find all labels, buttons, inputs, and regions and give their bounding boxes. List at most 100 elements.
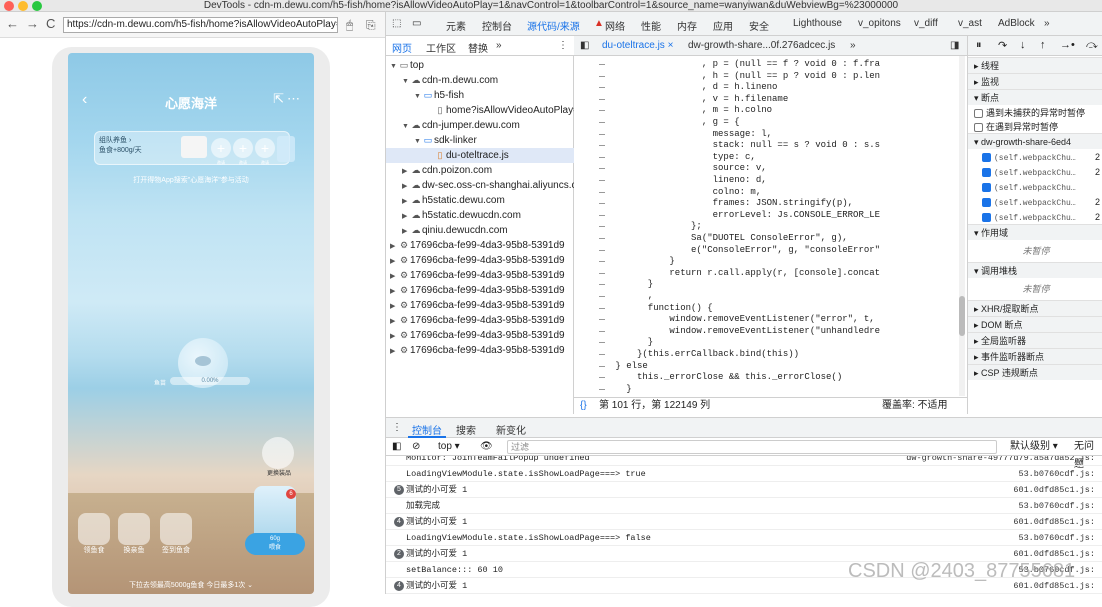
scroll-thumb[interactable] [959, 296, 965, 336]
line-marker[interactable] [599, 145, 605, 147]
line-marker[interactable] [599, 226, 605, 228]
tree-item[interactable]: ▯ home?isAllowVideoAutoPlay=1 [386, 103, 574, 118]
tab-v-diff[interactable]: v_diff [914, 18, 938, 29]
invite-slot[interactable]: + [255, 138, 275, 158]
code-line[interactable]: window.removeEventListener("error", t, [610, 313, 874, 325]
code-line[interactable]: frames: JSON.stringify(p), [610, 197, 853, 209]
expand-arrow-icon[interactable]: ▼ [414, 134, 422, 148]
code-line[interactable]: } [610, 383, 631, 395]
tree-item[interactable]: ▶ ⚙ 17696cba-fe99-4da3-95b8-5391d9 [386, 313, 574, 328]
source-link[interactable]: 53.b0760cdf.js: [1018, 498, 1095, 513]
eye-icon[interactable]: 👁 [480, 438, 493, 456]
code-line[interactable]: e("ConsoleError", g, "consoleError" [610, 244, 880, 256]
line-marker[interactable] [599, 214, 605, 216]
expand-arrow-icon[interactable]: ▼ [402, 119, 410, 133]
code-line[interactable]: } [610, 255, 674, 267]
expand-arrow-icon[interactable]: ▶ [390, 299, 398, 313]
line-marker[interactable] [599, 110, 605, 112]
console-message[interactable]: Monitor: JoinTeamFailPopup undefined dw-g… [386, 456, 1102, 466]
tree-item[interactable]: ▼ ☁ cdn-m.dewu.com [386, 73, 574, 88]
line-marker[interactable] [599, 377, 605, 379]
device-toggle-icon[interactable]: ▭ [412, 18, 421, 29]
line-marker[interactable] [599, 272, 605, 274]
tab-memory[interactable]: 内存 [677, 18, 697, 33]
expand-arrow-icon[interactable]: ▶ [390, 344, 398, 358]
breakpoint-item[interactable]: (self.webpackChu… 2 [968, 149, 1102, 165]
expand-arrow-icon[interactable]: ▼ [390, 59, 398, 73]
url-input[interactable]: https://cdn-m.dewu.com/h5-fish/home?isAl… [63, 17, 338, 33]
pretty-print-icon[interactable]: {} [580, 398, 587, 414]
expand-arrow-icon[interactable]: ▶ [390, 254, 398, 268]
step-icon[interactable]: →• [1060, 39, 1075, 51]
line-marker[interactable] [599, 330, 605, 332]
line-marker[interactable] [599, 354, 605, 355]
section-header[interactable]: ▸ 监视 [968, 73, 1102, 89]
tree-item[interactable]: ▶ ☁ h5static.dewucdn.com [386, 208, 574, 223]
mouse-icon[interactable]: 🖱 [346, 18, 353, 33]
team-card[interactable]: 组队养鱼 › 鱼食+800g/天 + + + + 邀请 邀请 邀请 [94, 131, 295, 165]
line-marker[interactable] [599, 365, 605, 367]
breakpoint-item[interactable]: (self.webpackChu… [968, 179, 1102, 195]
swap-fish-icon[interactable] [118, 513, 150, 545]
line-marker[interactable] [599, 238, 605, 239]
expand-arrow-icon[interactable]: ▶ [402, 164, 410, 178]
code-line[interactable]: stack: null == s ? void 0 : s.s [610, 139, 880, 151]
section-header[interactable]: ▸ 线程 [968, 57, 1102, 73]
pause-icon[interactable]: ⏸ [976, 39, 982, 52]
code-line[interactable]: , h = (null == p ? void 0 : p.len [610, 70, 880, 82]
section-header[interactable]: ▸ CSP 违规断点 [968, 364, 1102, 380]
inspect-icon[interactable]: ⬚ [392, 18, 401, 29]
tab-sources[interactable]: 源代码/来源 [527, 18, 580, 33]
context-select[interactable]: top ▾ [438, 438, 460, 456]
tree-item[interactable]: ▶ ☁ cdn.poizon.com [386, 163, 574, 178]
feed-button[interactable]: 60g 喂食 [245, 533, 305, 555]
line-marker[interactable] [599, 156, 605, 158]
expand-arrow-icon[interactable]: ▶ [390, 284, 398, 298]
line-marker[interactable] [599, 319, 605, 321]
checkbox[interactable] [982, 198, 991, 208]
source-link[interactable]: 53.b0760cdf.js: [1018, 466, 1095, 481]
expand-arrow-icon[interactable]: ▶ [390, 239, 398, 253]
kebab-menu-icon[interactable]: ⋮ [392, 422, 402, 433]
expand-arrow-icon[interactable]: ▶ [390, 329, 398, 343]
expand-arrow-icon[interactable]: ▶ [390, 314, 398, 328]
checkbox[interactable] [982, 183, 991, 193]
expand-arrow-icon[interactable]: ▶ [402, 224, 410, 238]
back-icon[interactable]: ← [6, 17, 19, 31]
tree-item[interactable]: ▶ ⚙ 17696cba-fe99-4da3-95b8-5391d9 [386, 343, 574, 358]
console-message[interactable]: LoadingViewModule.state.isShowLoadPage==… [386, 466, 1102, 482]
tree-item[interactable]: ▼ ▭ h5-fish [386, 88, 574, 103]
line-marker[interactable] [599, 261, 605, 263]
clear-console-icon[interactable]: ⊘ [412, 438, 420, 456]
line-marker[interactable] [599, 98, 605, 100]
more-tabs-icon[interactable]: » [850, 40, 856, 51]
forward-icon[interactable]: → [26, 17, 39, 31]
kebab-menu-icon[interactable]: ⋮ [558, 40, 568, 51]
line-marker[interactable] [599, 75, 605, 77]
section-header[interactable]: ▾ 调用堆栈 [968, 262, 1102, 278]
tab-v-opitons[interactable]: v_opitons [858, 18, 901, 29]
console-message[interactable]: 5 测试的小可爱 1 601.0dfd85c1.js: [386, 482, 1102, 498]
tab-security[interactable]: 安全 [749, 18, 769, 33]
code-line[interactable]: , v = h.filename [610, 93, 788, 105]
line-marker[interactable] [599, 180, 605, 181]
code-line[interactable]: , m = h.colno [610, 104, 772, 116]
sidebar-toggle-icon[interactable]: ◧ [392, 438, 401, 456]
checkbox[interactable] [982, 153, 991, 163]
line-marker[interactable] [599, 191, 605, 193]
code-line[interactable]: } else [610, 360, 647, 372]
line-marker[interactable] [599, 133, 605, 135]
breakpoint-item[interactable]: (self.webpackChu… 2 [968, 194, 1102, 210]
expand-arrow-icon[interactable]: ▼ [414, 89, 422, 103]
breakpoint-file[interactable]: ▾ dw-growth-share-6ed4 [968, 133, 1102, 149]
tree-item[interactable]: ▼ ▭ top [386, 58, 574, 73]
section-header[interactable]: ▾ 作用域 [968, 224, 1102, 240]
code-line[interactable]: , d = h.lineno [610, 81, 778, 93]
tab-application[interactable]: 应用 [713, 18, 733, 33]
more-tabs-icon[interactable]: » [1044, 18, 1050, 29]
code-line[interactable]: this._errorClose && this._errorClose() [610, 371, 842, 383]
line-marker[interactable] [599, 388, 605, 390]
breakpoint-item[interactable]: (self.webpackChu… 2 [968, 164, 1102, 180]
code-line[interactable]: source: v, [610, 162, 767, 174]
tree-item[interactable]: ▶ ⚙ 17696cba-fe99-4da3-95b8-5391d9 [386, 283, 574, 298]
